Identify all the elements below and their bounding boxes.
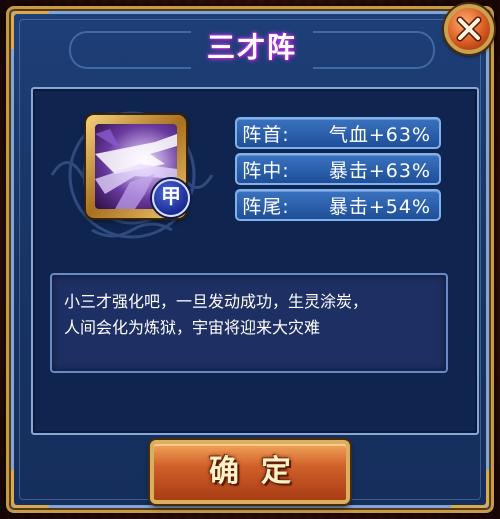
title-ornament	[313, 31, 435, 69]
stat-row-tail: 阵尾: 暴击+54%	[235, 189, 441, 221]
close-button[interactable]	[444, 4, 494, 54]
corner-ornament	[11, 11, 49, 49]
stat-row-head: 阵首: 气血+63%	[235, 117, 441, 149]
confirm-button-label: 确定	[209, 454, 313, 489]
formation-dialog: 三才阵	[6, 6, 494, 513]
dialog-title: 三才阵	[206, 31, 297, 64]
stat-value: 气血+63%	[328, 123, 431, 146]
stat-value: 暴击+54%	[328, 195, 431, 218]
stat-value: 暴击+63%	[328, 159, 431, 182]
title-ornament	[69, 31, 191, 69]
description-line: 小三才强化吧，一旦发动成功，生灵涂炭，	[64, 292, 369, 311]
stat-label: 阵尾:	[242, 195, 290, 218]
title-bar: 三才阵	[69, 23, 435, 73]
stat-row-middle: 阵中: 暴击+63%	[235, 153, 441, 185]
skill-icon-frame[interactable]: 甲	[86, 115, 190, 218]
confirm-button[interactable]: 确定	[150, 440, 350, 504]
grade-badge: 甲	[152, 179, 190, 217]
corner-ornament	[451, 470, 489, 508]
corner-ornament	[11, 470, 49, 508]
stat-label: 阵首:	[242, 123, 290, 146]
description-box: 小三才强化吧，一旦发动成功，生灵涂炭， 人间会化为炼狱，宇宙将迎来大灾难	[50, 273, 448, 373]
stat-label: 阵中:	[242, 159, 290, 182]
close-x-icon	[456, 16, 482, 42]
description-line: 人间会化为炼狱，宇宙将迎来大灾难	[64, 318, 321, 337]
